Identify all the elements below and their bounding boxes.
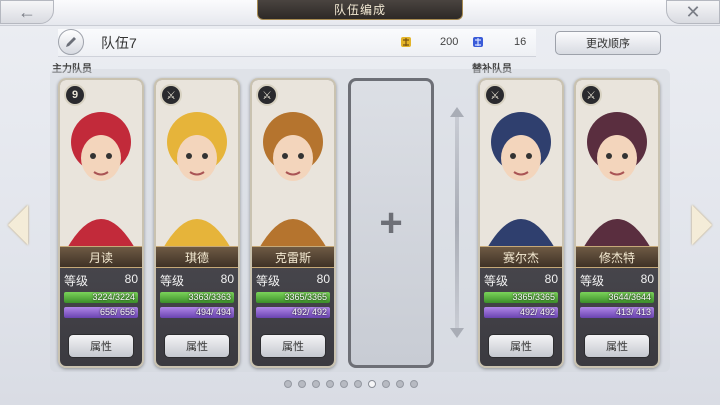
level-label: 等级 [64, 274, 89, 288]
level-value: 80 [544, 272, 558, 286]
sword-icon: ⚔ [580, 84, 602, 106]
cost-blue-value: 16 [514, 36, 527, 48]
empty-slot-add-button[interactable]: + [348, 78, 434, 368]
level-value: 80 [124, 272, 138, 286]
close-icon: ✕ [685, 1, 701, 22]
character-name: 琪德 [156, 246, 238, 268]
character-name: 修杰特 [576, 246, 658, 268]
cost-icon-gold [401, 37, 411, 47]
member-card[interactable]: ⚔ 克雷斯 等级 80 3365/3365 492/ 492 属性 [250, 78, 336, 368]
character-name: 克雷斯 [252, 246, 334, 268]
team-name: 队伍7 [101, 35, 137, 51]
mp-bar: 413/ 413 [580, 307, 654, 318]
moon-glyph: 9 [64, 84, 86, 106]
level-value: 80 [220, 272, 234, 286]
page-dot[interactable] [326, 380, 334, 388]
member-card[interactable]: ⚔ 赛尔杰 等级 80 3365/3365 492/ 492 属性 [478, 78, 564, 368]
member-card[interactable]: ⚔ 琪德 等级 80 3363/3363 494/ 494 属性 [154, 78, 240, 368]
hp-bar: 3363/3363 [160, 292, 234, 303]
member-card[interactable]: 9 月读 等级 80 3224/3224 656/ 656 属性 [58, 78, 144, 368]
attribute-button[interactable]: 属性 [584, 334, 650, 358]
rename-team-button[interactable] [58, 29, 84, 55]
level-label: 等级 [256, 274, 281, 288]
mp-bar: 492/ 492 [484, 307, 558, 318]
member-card[interactable]: ⚔ 修杰特 等级 80 3644/3644 413/ 413 属性 [574, 78, 660, 368]
page-dot[interactable] [410, 380, 418, 388]
attribute-button[interactable]: 属性 [68, 334, 134, 358]
mp-bar: 492/ 492 [256, 307, 330, 318]
swap-divider-icon [450, 107, 464, 338]
level-value: 80 [316, 272, 330, 286]
level-label: 等级 [160, 274, 185, 288]
mp-bar: 656/ 656 [64, 307, 138, 318]
plus-icon: + [379, 200, 403, 245]
cost-gold-value: 200 [440, 36, 459, 48]
page-dot[interactable] [284, 380, 292, 388]
back-button[interactable]: ← [0, 0, 54, 24]
hp-bar: 3365/3365 [484, 292, 558, 303]
page-dot[interactable] [298, 380, 306, 388]
character-name: 月读 [60, 246, 142, 268]
attribute-button[interactable]: 属性 [488, 334, 554, 358]
level-row: 等级 80 [580, 272, 654, 288]
page-dot[interactable] [312, 380, 320, 388]
level-row: 等级 80 [64, 272, 138, 288]
reorder-button[interactable]: 更改顺序 [555, 31, 661, 55]
level-row: 等级 80 [256, 272, 330, 288]
hp-bar: 3365/3365 [256, 292, 330, 303]
sword-icon: ⚔ [484, 84, 506, 106]
attribute-button[interactable]: 属性 [260, 334, 326, 358]
level-label: 等级 [484, 274, 509, 288]
pencil-icon [66, 37, 76, 47]
hp-bar: 3224/3224 [64, 292, 138, 303]
page-indicator [284, 380, 418, 388]
mp-bar: 494/ 494 [160, 307, 234, 318]
page-dot[interactable] [396, 380, 404, 388]
page-dot[interactable] [382, 380, 390, 388]
page-dot[interactable] [368, 380, 376, 388]
level-value: 80 [640, 272, 654, 286]
next-team-arrow-icon[interactable] [692, 205, 712, 245]
page-dot[interactable] [340, 380, 348, 388]
level-label: 等级 [580, 274, 605, 288]
sword-icon: ⚔ [160, 84, 182, 106]
hp-bar: 3644/3644 [580, 292, 654, 303]
page-dot[interactable] [354, 380, 362, 388]
cost-icon-blue [473, 37, 483, 47]
prev-team-arrow-icon[interactable] [8, 205, 28, 245]
level-row: 等级 80 [484, 272, 558, 288]
character-name: 赛尔杰 [480, 246, 562, 268]
back-arrow-icon: ← [18, 1, 36, 22]
sword-icon: ⚔ [256, 84, 278, 106]
attribute-button[interactable]: 属性 [164, 334, 230, 358]
level-row: 等级 80 [160, 272, 234, 288]
page-title: 队伍编成 [257, 0, 463, 20]
close-button[interactable]: ✕ [666, 0, 720, 24]
